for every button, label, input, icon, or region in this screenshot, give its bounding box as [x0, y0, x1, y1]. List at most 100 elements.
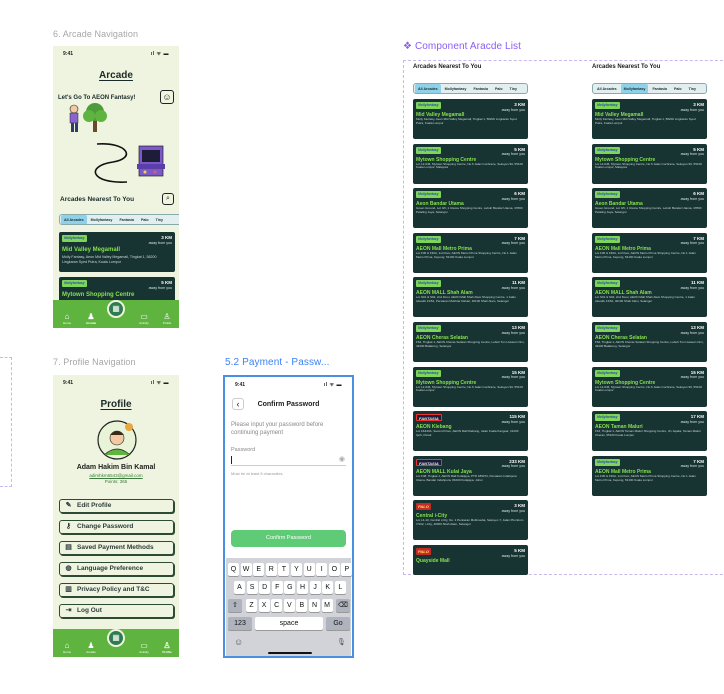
arcade-card[interactable]: Mollyfantasy 17 KM away from you AEON Taman…: [592, 411, 707, 452]
change-password-button[interactable]: ⚷ Change Password: [59, 520, 174, 534]
nav-activity[interactable]: ▭ Activity: [133, 641, 155, 654]
chip-palo[interactable]: Palo: [138, 215, 152, 224]
chip-tiny[interactable]: Tiny: [507, 84, 520, 93]
saved-payment-label: Saved Payment Methods: [77, 544, 154, 551]
distance-caption: away from you: [501, 107, 525, 112]
shift-key[interactable]: ⇧: [228, 599, 242, 612]
key-z[interactable]: Z: [246, 599, 257, 612]
key-l[interactable]: L: [334, 581, 346, 594]
globe-icon: ◍: [65, 565, 72, 572]
backspace-key[interactable]: ⌫: [336, 599, 350, 612]
chip-palo[interactable]: Palo: [671, 84, 685, 93]
arcade-card[interactable]: Mollyfantasy 11 KM away from you AEON MALL …: [592, 277, 707, 318]
chip-fantasia[interactable]: Fantasia: [470, 84, 491, 93]
nav-home[interactable]: ⌂ Home: [56, 312, 78, 325]
key-s[interactable]: S: [246, 581, 258, 594]
key-k[interactable]: K: [322, 581, 334, 594]
chip-tiny[interactable]: Tiny: [153, 215, 166, 224]
key-a[interactable]: A: [234, 581, 245, 594]
arcade-card[interactable]: PALO 3 KM away from you Central i-City Lot L…: [413, 500, 528, 541]
go-key[interactable]: Go: [326, 617, 350, 630]
chip-mollyfantasy[interactable]: Mollyfantasy: [620, 84, 649, 93]
arcade-address: Lot F48, Tingkat 1, AEON Mall Kulaijaya,…: [416, 473, 517, 482]
arcade-card[interactable]: PALO 5 KM away from you Quayside Mall: [413, 545, 528, 575]
key-w[interactable]: W: [240, 563, 252, 576]
nav-profile[interactable]: ♙ Profile: [156, 641, 178, 654]
nav-activity[interactable]: ▭ Activity: [133, 312, 155, 325]
key-e[interactable]: E: [253, 563, 265, 576]
status-icons: ıl ᯤ ▬: [150, 51, 169, 57]
arcade-card[interactable]: Mollyfantasy 5 KM away from you Mytown Shop…: [592, 143, 707, 184]
key-f[interactable]: F: [271, 581, 283, 594]
arcade-card[interactable]: Mollyfantasy 13 KM away from you AEON Chera…: [592, 322, 707, 362]
scan-button[interactable]: ▦: [107, 629, 125, 647]
key-b[interactable]: B: [296, 599, 308, 612]
eye-icon[interactable]: ◉: [339, 455, 345, 463]
key-y[interactable]: Y: [291, 563, 302, 576]
key-v[interactable]: V: [283, 599, 295, 612]
arcade-card[interactable]: Mollyfantasy 7 KM away from you AEON Mall M…: [592, 455, 707, 496]
search-icon[interactable]: ⌕: [162, 193, 174, 205]
chip-fantasia[interactable]: Fantasia: [649, 84, 670, 93]
password-field[interactable]: ◉: [231, 454, 346, 466]
chip-all-arcades[interactable]: All Arcades: [594, 84, 620, 93]
arcade-card[interactable]: Mollyfantasy 3 KM away from you Mid Valley …: [413, 99, 528, 139]
arcade-card[interactable]: Mollyfantasy 15 KM away from you Mytown Sho…: [592, 366, 707, 407]
language-button[interactable]: ◍ Language Preference: [59, 562, 174, 576]
arcade-card[interactable]: Mollyfantasy 6 KM away from you Aeon Bandar…: [592, 188, 707, 229]
logout-button[interactable]: ⇥ Log Out: [59, 604, 174, 618]
key-q[interactable]: Q: [228, 563, 239, 576]
chip-tiny[interactable]: Tiny: [686, 84, 699, 93]
key-r[interactable]: R: [265, 563, 277, 576]
arcade-card[interactable]: Mollyfantasy 15 KM away from you Mytown Sho…: [413, 366, 528, 407]
logout-label: Log Out: [77, 607, 102, 614]
chip-all-arcades[interactable]: All Arcades: [61, 215, 87, 224]
key-g[interactable]: G: [284, 581, 296, 594]
arcade-card[interactable]: Mollyfantasy 7 KM away from you AEON Mall M…: [592, 232, 707, 273]
nav-arcade[interactable]: ♟ Arcade: [80, 312, 102, 325]
nav-profile[interactable]: ♙ Profile: [156, 312, 178, 325]
distance: 15 KM: [511, 369, 525, 375]
arcade-card[interactable]: Mollyfantasy 11 KM away from you AEON MALL …: [413, 277, 528, 318]
chip-fantasia[interactable]: Fantasia: [116, 215, 137, 224]
distance-caption: away from you: [148, 285, 172, 290]
edit-profile-button[interactable]: ✎ Edit Profile: [59, 499, 174, 513]
numbers-key[interactable]: 123: [228, 617, 252, 630]
key-c[interactable]: C: [271, 599, 283, 612]
key-h[interactable]: H: [297, 581, 308, 594]
chip-mollyfantasy[interactable]: Mollyfantasy: [442, 84, 470, 93]
arcade-card[interactable]: Mollyfantasy 13 KM away from you AEON Chera…: [413, 322, 528, 362]
key-d[interactable]: D: [259, 581, 271, 594]
arcade-card[interactable]: FANTASIA 115 KM away from you AEON Klebang L…: [413, 411, 528, 452]
saved-payment-button[interactable]: ▤ Saved Payment Methods: [59, 541, 174, 555]
arcade-card[interactable]: Mollyfantasy 6 KM away from you Aeon Bandar…: [413, 188, 528, 229]
microphone-icon[interactable]: 🎙︎: [337, 638, 346, 646]
key-u[interactable]: U: [303, 563, 315, 576]
nav-arcade[interactable]: ♟ Arcade: [80, 641, 102, 654]
arcade-card[interactable]: Mollyfantasy 7 KM away from you AEON Mall M…: [413, 232, 528, 273]
arcade-card[interactable]: FANTASIA 233 KM away from you AEON MALL Kul…: [413, 455, 528, 496]
chip-mollyfantasy[interactable]: Mollyfantasy: [88, 215, 116, 224]
key-j[interactable]: J: [309, 581, 321, 594]
mollyfantasy-logo: Mollyfantasy: [595, 325, 620, 332]
space-key[interactable]: space: [255, 617, 323, 630]
nav-profile-label: Profile: [162, 650, 172, 654]
arcade-card[interactable]: Mollyfantasy 3 KM away from you Mid Valley …: [592, 99, 707, 139]
arcade-card[interactable]: Mollyfantasy 5 KM away from you Mytown Shop…: [413, 143, 528, 184]
arcade-card[interactable]: Mollyfantasy 3 KM away from you Mid Vall…: [59, 232, 175, 272]
chip-palo[interactable]: Palo: [492, 84, 506, 93]
key-t[interactable]: T: [278, 563, 290, 576]
key-m[interactable]: M: [321, 599, 333, 612]
emoji-icon[interactable]: ☺: [234, 637, 243, 647]
privacy-button[interactable]: ▥ Privacy Policy and T&C: [59, 583, 174, 597]
nav-home[interactable]: ⌂ Home: [56, 641, 78, 654]
key-o[interactable]: O: [328, 563, 340, 576]
confirm-password-button[interactable]: Confirm Password: [231, 530, 346, 547]
scan-button[interactable]: ▦: [107, 300, 125, 318]
key-n[interactable]: N: [309, 599, 320, 612]
key-x[interactable]: X: [258, 599, 270, 612]
key-i[interactable]: I: [316, 563, 328, 576]
user-email[interactable]: adimhkm6543@gmail.com: [53, 473, 179, 478]
chip-all-arcades[interactable]: All Arcades: [415, 84, 441, 93]
key-p[interactable]: P: [341, 563, 352, 576]
